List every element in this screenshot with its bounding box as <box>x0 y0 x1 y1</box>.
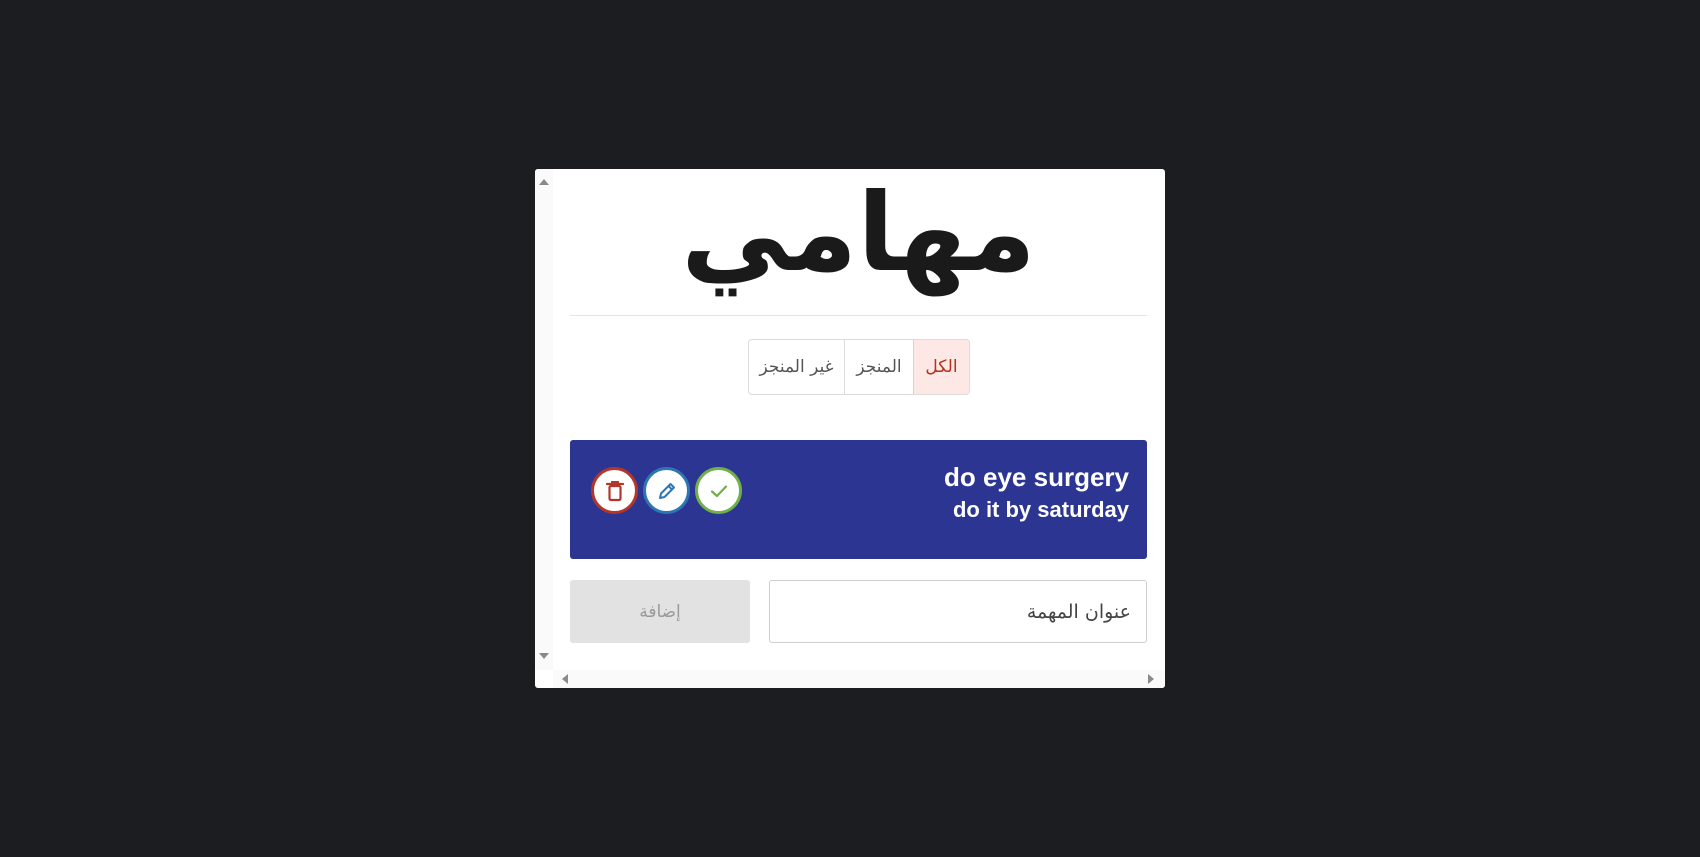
scroll-right-arrow-icon[interactable] <box>1148 674 1154 684</box>
horizontal-scrollbar[interactable] <box>553 670 1165 688</box>
title-divider <box>570 315 1147 316</box>
check-icon <box>710 484 727 497</box>
filter-undone-button[interactable]: غير المنجز <box>749 340 844 394</box>
task-text: do eye surgery do it by saturday <box>944 460 1129 526</box>
pencil-icon <box>658 482 675 499</box>
task-title: do eye surgery <box>944 462 1129 492</box>
filter-done-button[interactable]: المنجز <box>844 340 913 394</box>
delete-task-button[interactable] <box>591 467 638 514</box>
scroll-left-arrow-icon[interactable] <box>562 674 568 684</box>
vertical-scrollbar[interactable] <box>535 169 553 670</box>
task-title-input[interactable] <box>769 580 1147 643</box>
filter-tabs: الكل المنجز غير المنجز <box>748 339 970 395</box>
edit-task-button[interactable] <box>643 467 690 514</box>
task-description: do it by saturday <box>952 497 1129 522</box>
app-window: مهامي الكل المنجز غير المنجز do eye surg… <box>535 169 1165 688</box>
trash-icon <box>605 480 624 501</box>
add-task-button[interactable]: إضافة <box>570 580 750 643</box>
scroll-down-arrow-icon[interactable] <box>539 653 549 659</box>
scroll-up-arrow-icon[interactable] <box>539 179 549 185</box>
task-actions <box>591 467 742 514</box>
filter-all-button[interactable]: الكل <box>913 340 969 394</box>
main-content: مهامي الكل المنجز غير المنجز do eye surg… <box>570 169 1147 670</box>
page-title: مهامي <box>681 171 1036 296</box>
complete-task-button[interactable] <box>695 467 742 514</box>
